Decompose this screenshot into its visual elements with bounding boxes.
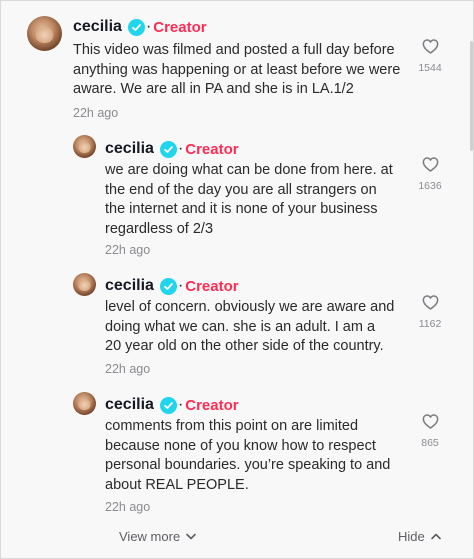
like-count: 1636 [418,180,442,192]
creator-badge: Creator [185,140,239,158]
like-button[interactable]: 1162 [415,295,445,330]
comment-timestamp: 22h ago [105,362,151,376]
heart-outline-icon [422,295,438,310]
comment-item: cecilia · Creator This video was filmed … [1,1,473,126]
like-button[interactable]: 1544 [415,39,445,74]
comment-timestamp: 22h ago [73,106,119,120]
hide-replies-button[interactable]: Hide [398,529,441,544]
chevron-up-icon [430,533,441,540]
heart-outline-icon [422,414,438,429]
avatar[interactable] [27,16,62,51]
view-more-label: View more [119,529,181,544]
like-count: 865 [421,437,439,449]
creator-badge: Creator [185,277,239,295]
reply-item: cecilia · Creator comments from this poi… [1,384,473,519]
like-count: 1544 [418,62,442,74]
like-button[interactable]: 865 [415,414,445,449]
verified-check-icon [159,140,177,158]
comment-timestamp: 22h ago [105,243,151,257]
reply-item: cecilia · Creator we are doing what can … [1,126,473,266]
verified-check-icon [159,277,177,295]
username[interactable]: cecilia [73,18,122,36]
reply-item: cecilia · Creator level of concern. obvi… [1,266,473,384]
comment-text: level of concern. obviously we are aware… [105,299,395,355]
scrollbar[interactable] [470,41,473,151]
comment-text: we are doing what can be done from here.… [105,162,393,237]
comment-thread: cecilia · Creator This video was filmed … [0,0,474,559]
avatar[interactable] [73,392,96,415]
username[interactable]: cecilia [105,396,154,414]
verified-check-icon [127,18,145,36]
heart-outline-icon [422,157,438,172]
creator-badge: Creator [153,18,207,36]
avatar[interactable] [73,135,96,158]
heart-outline-icon [422,39,438,54]
avatar[interactable] [73,273,96,296]
comment-text: This video was filmed and posted a full … [73,42,401,98]
username[interactable]: cecilia [105,277,154,295]
like-count: 1162 [418,318,442,330]
view-more-button[interactable]: View more [119,529,196,544]
creator-badge: Creator [185,396,239,414]
hide-label: Hide [398,529,425,544]
like-button[interactable]: 1636 [415,157,445,192]
comment-timestamp: 22h ago [105,500,151,514]
comment-text: comments from this point on are limited … [105,418,391,493]
verified-check-icon [159,396,177,414]
username[interactable]: cecilia [105,140,154,158]
chevron-down-icon [186,533,196,540]
